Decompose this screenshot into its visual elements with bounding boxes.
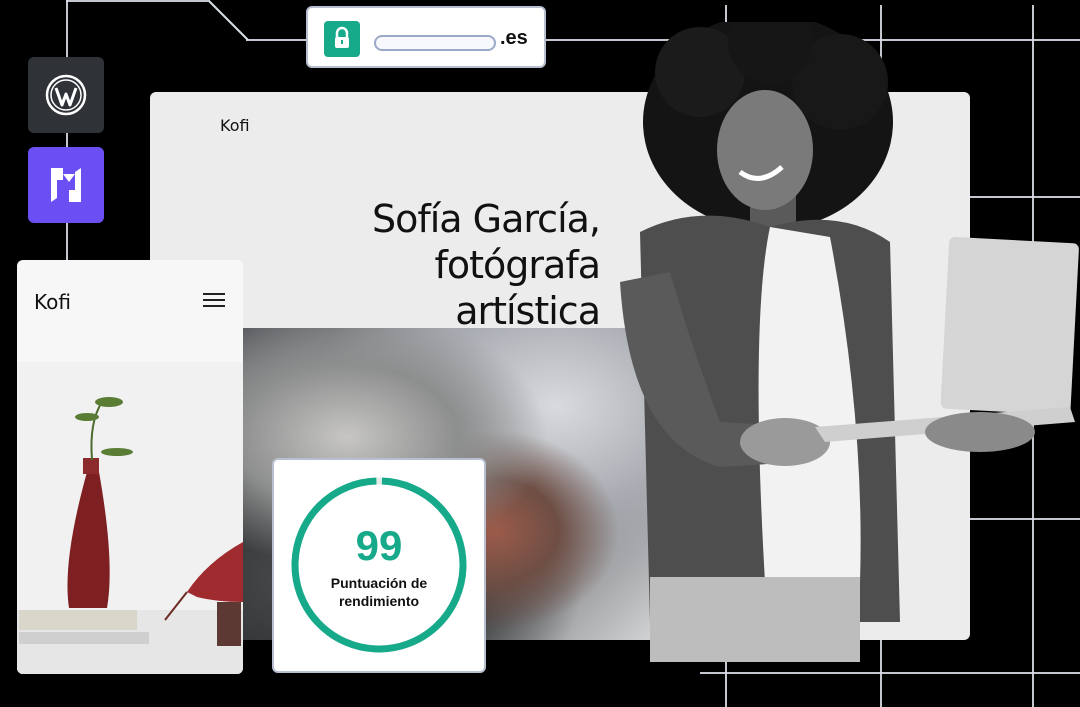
- woman-with-laptop-photo: [620, 22, 1079, 662]
- score-label: Puntuación de rendimiento: [314, 574, 444, 610]
- hero-heading: Sofía García, fotógrafa artística: [300, 196, 601, 334]
- performance-score-card: 99 Puntuación de rendimiento: [272, 458, 486, 673]
- score-label-line1: Puntuación de: [330, 575, 428, 591]
- domain-input[interactable]: [374, 35, 496, 51]
- hamburger-menu-icon[interactable]: [203, 293, 225, 307]
- hosting-logo-tile[interactable]: [28, 147, 104, 223]
- hero-heading-line2: fotógrafa artística: [434, 243, 601, 333]
- grid-connector: [208, 0, 249, 41]
- domain-search-bar[interactable]: .es: [306, 6, 546, 68]
- mobile-website-preview: Kofi: [17, 260, 243, 674]
- hosting-logo-icon: [51, 168, 81, 202]
- wordpress-tile[interactable]: [28, 57, 104, 133]
- hero-heading-line1: Sofía García,: [371, 197, 601, 241]
- score-label-line2: rendimiento: [338, 593, 420, 609]
- domain-extension: .es: [500, 27, 528, 49]
- wordpress-icon: [45, 74, 87, 116]
- site-logo[interactable]: Kofi: [220, 116, 250, 135]
- mobile-site-logo[interactable]: Kofi: [34, 290, 71, 314]
- score-value: 99: [355, 522, 403, 569]
- vase-photo: [17, 362, 243, 674]
- lock-icon: [324, 21, 360, 57]
